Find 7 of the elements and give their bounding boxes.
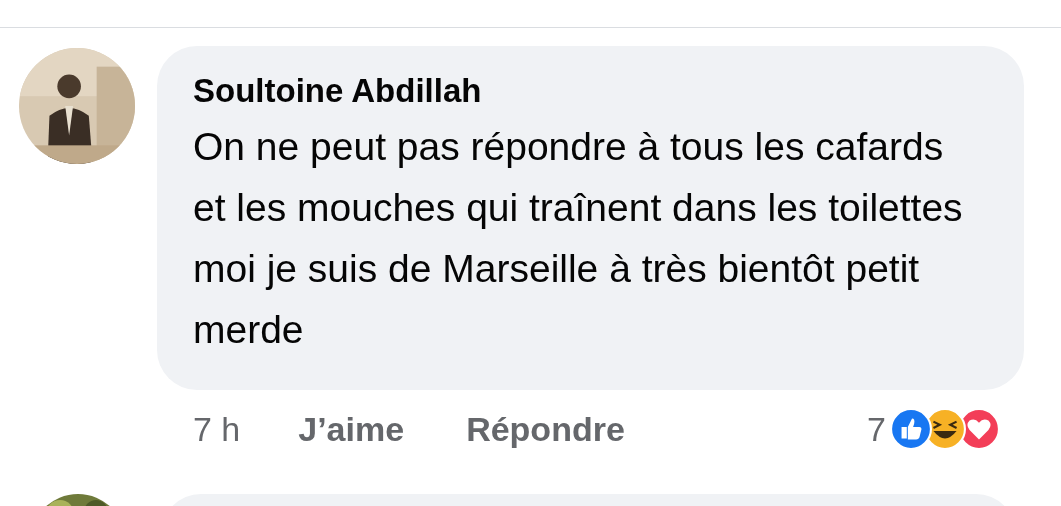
author-name[interactable]: Soultoine Abdillah [193,72,988,110]
comment-time[interactable]: 7 h [193,409,241,449]
comment-text: On ne peut pas répondre à tous les cafards et les mouches qui traînent dans les toilettes moi je suis de Marseille à très bientôt petit merde [193,124,963,353]
comment-action[interactable]: J’aime [298,409,405,449]
reaction-count[interactable]: 7 [867,409,886,449]
comment-action[interactable]: Répondre [466,409,625,449]
like-reaction-icon [890,408,932,450]
